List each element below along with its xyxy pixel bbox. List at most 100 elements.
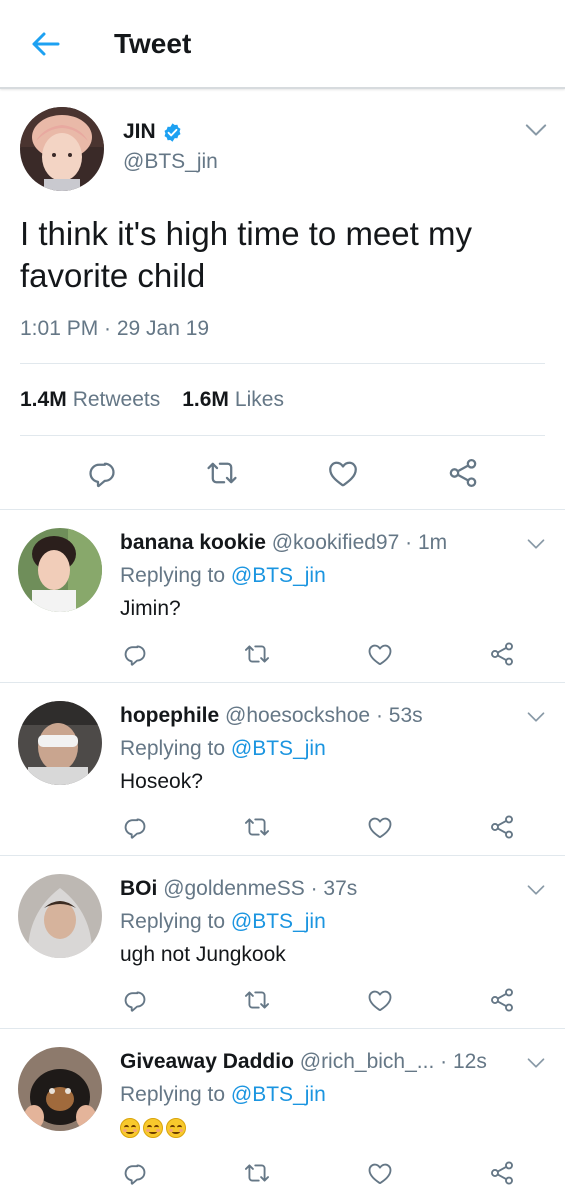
reply-icon <box>85 456 119 490</box>
retweet-button[interactable] <box>242 812 272 842</box>
reply-item[interactable]: hopephile @hoesockshoe · 53s Replying to… <box>0 683 565 856</box>
reply-display-name: BOi <box>120 877 158 900</box>
avatar[interactable] <box>18 874 102 958</box>
reply-icon <box>121 813 149 841</box>
reply-button[interactable] <box>84 455 120 491</box>
reply-handle: @hoesockshoe <box>225 704 371 727</box>
tweet-detail-screen: Tweet JIN @BTS_jin I think it's high tim… <box>0 0 565 1200</box>
reply-actions <box>120 639 517 669</box>
arrow-left-icon <box>32 32 60 55</box>
reply-display-name: Giveaway Daddio <box>120 1050 294 1073</box>
avatar[interactable] <box>18 528 102 612</box>
reply-item[interactable]: Giveaway Daddio @rich_bich_... · 12s Rep… <box>0 1029 565 1200</box>
tweet-actions <box>20 436 545 509</box>
retweets-stat[interactable]: 1.4M Retweets <box>20 388 160 412</box>
replying-to: Replying to @BTS_jin <box>120 564 326 587</box>
retweet-button[interactable] <box>242 1158 272 1188</box>
reply-display-name: hopephile <box>120 704 220 727</box>
likes-stat[interactable]: 1.6M Likes <box>182 388 284 412</box>
reply-button[interactable] <box>120 985 150 1015</box>
reply-text: Hoseok? <box>120 770 203 793</box>
timestamp: 1:01 PM · 29 Jan 19 <box>20 317 545 364</box>
reply-button[interactable] <box>120 812 150 842</box>
like-button[interactable] <box>365 812 395 842</box>
reply-item[interactable]: banana kookie @kookified97 · 1m Replying… <box>0 510 565 683</box>
tweet-author[interactable]: JIN @BTS_jin <box>20 107 545 191</box>
reply-text: ugh not Jungkook <box>120 943 286 966</box>
retweet-icon <box>243 640 271 668</box>
share-icon <box>446 456 480 490</box>
reply-time: · 12s <box>440 1050 487 1073</box>
share-icon <box>488 986 516 1014</box>
reply-button[interactable] <box>120 639 150 669</box>
top-app-bar: Tweet <box>0 0 565 89</box>
heart-icon <box>366 986 394 1014</box>
reply-icon <box>121 640 149 668</box>
share-button[interactable] <box>445 455 481 491</box>
reply-actions <box>120 1158 517 1188</box>
mention-link[interactable]: @BTS_jin <box>231 910 326 933</box>
chevron-down-icon[interactable] <box>527 711 545 723</box>
reply-handle: @rich_bich_... <box>299 1050 435 1073</box>
author-names: JIN @BTS_jin <box>123 107 218 174</box>
share-button[interactable] <box>487 985 517 1015</box>
share-button[interactable] <box>487 1158 517 1188</box>
share-icon <box>488 813 516 841</box>
smiling-face-emoji-icon <box>166 1118 186 1139</box>
chevron-down-icon[interactable] <box>527 884 545 896</box>
heart-icon <box>366 813 394 841</box>
share-button[interactable] <box>487 639 517 669</box>
page-title: Tweet <box>114 27 192 59</box>
replying-to: Replying to @BTS_jin <box>120 737 326 760</box>
reply-text: Jimin? <box>120 597 181 620</box>
retweet-icon <box>243 986 271 1014</box>
retweet-icon <box>243 1159 271 1187</box>
share-button[interactable] <box>487 812 517 842</box>
like-button[interactable] <box>365 1158 395 1188</box>
avatar[interactable] <box>20 107 104 191</box>
smiling-face-emoji-icon <box>120 1118 140 1139</box>
chevron-down-icon[interactable] <box>527 538 545 550</box>
reply-text: 😊😊😊 <box>120 1116 545 1140</box>
retweet-button[interactable] <box>242 639 272 669</box>
mention-link[interactable]: @BTS_jin <box>231 1083 326 1106</box>
reply-item[interactable]: BOi @goldenmeSS · 37s Replying to @BTS_j… <box>0 856 565 1029</box>
engagement-stats: 1.4M Retweets 1.6M Likes <box>20 364 545 436</box>
verified-badge-icon <box>164 122 181 142</box>
back-button[interactable] <box>24 23 66 65</box>
reply-time: · 53s <box>375 704 423 727</box>
retweet-button[interactable] <box>242 985 272 1015</box>
mention-link[interactable]: @BTS_jin <box>231 564 326 587</box>
heart-icon <box>366 640 394 668</box>
reply-text-value: 😊😊😊 <box>189 1116 190 1117</box>
avatar[interactable] <box>18 701 102 785</box>
reply-icon <box>121 986 149 1014</box>
share-icon <box>488 1159 516 1187</box>
reply-time: · 37s <box>310 877 358 900</box>
retweet-button[interactable] <box>204 455 240 491</box>
reply-actions <box>120 812 517 842</box>
heart-icon <box>366 1159 394 1187</box>
reply-display-name: banana kookie <box>120 531 266 554</box>
main-tweet: JIN @BTS_jin I think it's high time to m… <box>0 89 565 509</box>
tweet-text: I think it's high time to meet my favori… <box>20 215 472 294</box>
reply-handle: @kookified97 <box>271 531 400 554</box>
mention-link[interactable]: @BTS_jin <box>231 737 326 760</box>
reply-actions <box>120 985 517 1015</box>
reply-button[interactable] <box>120 1158 150 1188</box>
avatar[interactable] <box>18 1047 102 1131</box>
replying-to: Replying to @BTS_jin <box>120 910 326 933</box>
reply-handle: @goldenmeSS <box>163 877 305 900</box>
smiling-face-emoji-icon <box>143 1118 163 1139</box>
reply-time: · 1m <box>405 531 448 554</box>
chevron-down-icon[interactable] <box>525 123 547 137</box>
like-button[interactable] <box>365 985 395 1015</box>
replying-to: Replying to @BTS_jin <box>120 1083 326 1106</box>
like-button[interactable] <box>325 455 361 491</box>
chevron-down-icon[interactable] <box>527 1057 545 1069</box>
like-button[interactable] <box>365 639 395 669</box>
retweet-icon <box>205 456 239 490</box>
handle: @BTS_jin <box>123 150 218 173</box>
share-icon <box>488 640 516 668</box>
heart-icon <box>326 456 360 490</box>
